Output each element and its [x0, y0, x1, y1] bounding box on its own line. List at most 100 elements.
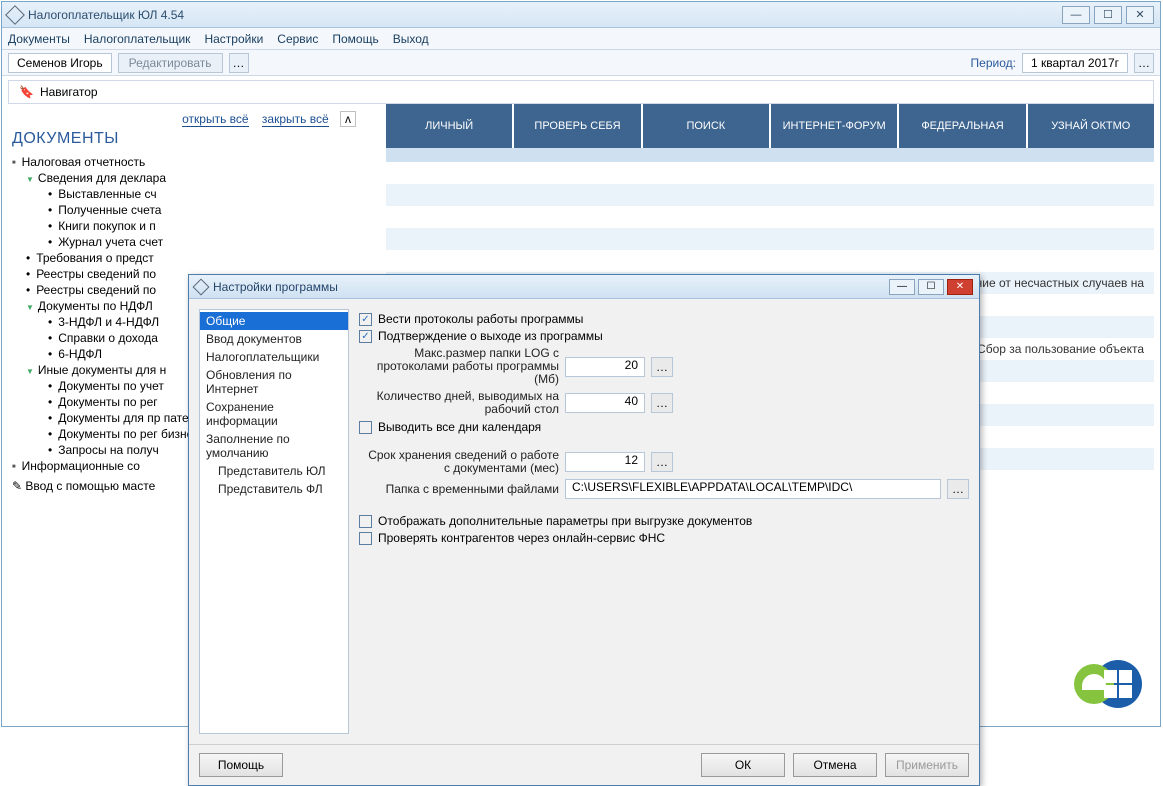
label-alldays: Выводить все дни календаря: [378, 420, 541, 434]
tree-item[interactable]: Документы по рег: [58, 395, 157, 409]
tree-item[interactable]: Реестры сведений по: [36, 283, 156, 297]
titlebar: Налогоплательщик ЮЛ 4.54 — ☐ ✕: [2, 2, 1160, 28]
temp-browse[interactable]: …: [947, 479, 969, 499]
tab-search[interactable]: ПОИСК: [643, 104, 769, 148]
tab-check[interactable]: ПРОВЕРЬ СЕБЯ: [514, 104, 640, 148]
dialog-titlebar: Настройки программы — ☐ ✕: [189, 275, 979, 299]
app-icon: [5, 5, 25, 25]
dialog-footer: Помощь ОК Отмена Применить: [189, 744, 979, 785]
edit-button[interactable]: Редактировать: [118, 53, 223, 73]
period-value[interactable]: 1 квартал 2017г: [1022, 53, 1128, 73]
label-days: Количество дней, выводимых на рабочий ст…: [359, 390, 559, 416]
more-button[interactable]: …: [229, 53, 249, 73]
tree-item[interactable]: Выставленные сч: [58, 187, 156, 201]
menu-taxpayer[interactable]: Налогоплательщик: [84, 32, 191, 46]
tree-item[interactable]: Ввод с помощью масте: [25, 479, 155, 493]
input-logsize[interactable]: 20: [565, 357, 645, 377]
os-badge: [1094, 660, 1142, 708]
apply-button[interactable]: Применить: [885, 753, 969, 777]
navigator-bar: 🔖 Навигатор: [8, 80, 1154, 104]
settings-category-list: Общие Ввод документов Налогоплательщики …: [199, 309, 349, 734]
main-window: Налогоплательщик ЮЛ 4.54 — ☐ ✕ Документы…: [1, 1, 1161, 727]
tree-item[interactable]: Документы по НДФЛ: [38, 299, 153, 313]
label-extra: Отображать дополнительные параметры при …: [378, 514, 752, 528]
navigator-label: Навигатор: [40, 85, 98, 99]
minimize-button[interactable]: —: [1062, 6, 1090, 24]
settings-dialog: Настройки программы — ☐ ✕ Общие Ввод док…: [188, 274, 980, 786]
tree-item[interactable]: Полученные счета: [58, 203, 161, 217]
tree-item[interactable]: Иные документы для н: [38, 363, 166, 377]
menu-exit[interactable]: Выход: [393, 32, 429, 46]
tree-item[interactable]: Документы по рег бизнеса: [58, 427, 206, 441]
tree-item[interactable]: 6-НДФЛ: [58, 347, 102, 361]
cat-rep-yl[interactable]: Представитель ЮЛ: [200, 462, 348, 480]
open-all-link[interactable]: открыть всё: [182, 112, 248, 127]
dialog-minimize[interactable]: —: [889, 279, 915, 295]
toolbar: Семенов Игорь Редактировать … Период: 1 …: [2, 50, 1160, 76]
dialog-icon: [193, 278, 210, 295]
label-logsize: Макс.размер папки LOG с протоколами рабо…: [359, 347, 559, 386]
input-keep[interactable]: 12: [565, 452, 645, 472]
logsize-picker[interactable]: …: [651, 357, 673, 377]
close-button[interactable]: ✕: [1126, 6, 1154, 24]
tree-item[interactable]: Требования о предст: [36, 251, 154, 265]
tree-item[interactable]: Документы по учет: [58, 379, 164, 393]
label-temp: Папка с временными файлами: [359, 482, 559, 496]
dialog-maximize[interactable]: ☐: [918, 279, 944, 295]
checkbox-verify[interactable]: [359, 532, 372, 545]
close-all-link[interactable]: закрыть всё: [262, 112, 329, 127]
maximize-button[interactable]: ☐: [1094, 6, 1122, 24]
user-chip[interactable]: Семенов Игорь: [8, 53, 112, 73]
cat-general[interactable]: Общие: [200, 312, 348, 330]
days-picker[interactable]: …: [651, 393, 673, 413]
tree-item[interactable]: Справки о дохода: [58, 331, 158, 345]
input-days[interactable]: 40: [565, 393, 645, 413]
input-temp[interactable]: C:\USERS\FLEXIBLE\APPDATA\LOCAL\TEMP\IDC…: [565, 479, 941, 499]
tag-icon: 🔖: [19, 85, 34, 99]
tree-item[interactable]: Информационные со: [22, 459, 140, 473]
period-label: Период:: [971, 56, 1016, 70]
side-title: ДОКУМЕНТЫ: [12, 130, 362, 148]
cat-rep-fl[interactable]: Представитель ФЛ: [200, 480, 348, 498]
tree-item[interactable]: Запросы на получ: [58, 443, 159, 457]
cat-updates[interactable]: Обновления по Интернет: [200, 366, 348, 398]
tree-item[interactable]: Сведения для деклара: [38, 171, 166, 185]
cat-defaults[interactable]: Заполнение по умолчанию: [200, 430, 348, 462]
tree-item[interactable]: Журнал учета счет: [58, 235, 163, 249]
label-verify: Проверять контрагентов через онлайн-серв…: [378, 531, 665, 545]
period-picker[interactable]: …: [1134, 53, 1154, 73]
cat-input[interactable]: Ввод документов: [200, 330, 348, 348]
checkbox-confirm-exit[interactable]: ✓: [359, 330, 372, 343]
checkbox-alldays[interactable]: [359, 421, 372, 434]
cat-save[interactable]: Сохранение информации: [200, 398, 348, 430]
wand-icon: ✎: [12, 479, 22, 493]
menu-help[interactable]: Помощь: [332, 32, 378, 46]
menu-documents[interactable]: Документы: [8, 32, 70, 46]
checkbox-protocols[interactable]: ✓: [359, 313, 372, 326]
tab-forum[interactable]: ИНТЕРНЕТ-ФОРУМ: [771, 104, 897, 148]
tree-item[interactable]: 3-НДФЛ и 4-НДФЛ: [58, 315, 159, 329]
tree-item[interactable]: Книги покупок и п: [58, 219, 156, 233]
tab-federal[interactable]: ФЕДЕРАЛЬНАЯ: [899, 104, 1025, 148]
ok-button[interactable]: ОК: [701, 753, 785, 777]
menu-service[interactable]: Сервис: [277, 32, 318, 46]
top-tabs: ЛИЧНЫЙ ПРОВЕРЬ СЕБЯ ПОИСК ИНТЕРНЕТ-ФОРУМ…: [386, 104, 1154, 148]
tree-item[interactable]: Налоговая отчетность: [22, 155, 146, 169]
keep-picker[interactable]: …: [651, 452, 673, 472]
window-title: Налогоплательщик ЮЛ 4.54: [28, 8, 1062, 22]
settings-form: ✓Вести протоколы работы программы ✓Подтв…: [359, 309, 969, 734]
menu-settings[interactable]: Настройки: [204, 32, 263, 46]
windows-icon: [1094, 660, 1142, 708]
checkbox-extra[interactable]: [359, 515, 372, 528]
label-keep: Срок хранения сведений о работе с докуме…: [359, 449, 559, 475]
menubar: Документы Налогоплательщик Настройки Сер…: [2, 28, 1160, 50]
cancel-button[interactable]: Отмена: [793, 753, 877, 777]
tree-item[interactable]: Реестры сведений по: [36, 267, 156, 281]
dialog-close[interactable]: ✕: [947, 279, 973, 295]
collapse-icon[interactable]: ʌ: [340, 111, 356, 127]
cat-taxpayers[interactable]: Налогоплательщики: [200, 348, 348, 366]
tab-personal[interactable]: ЛИЧНЫЙ: [386, 104, 512, 148]
tab-oktmo[interactable]: УЗНАЙ ОКТМО: [1028, 104, 1154, 148]
label-confirm-exit: Подтверждение о выходе из программы: [378, 329, 603, 343]
help-button[interactable]: Помощь: [199, 753, 283, 777]
